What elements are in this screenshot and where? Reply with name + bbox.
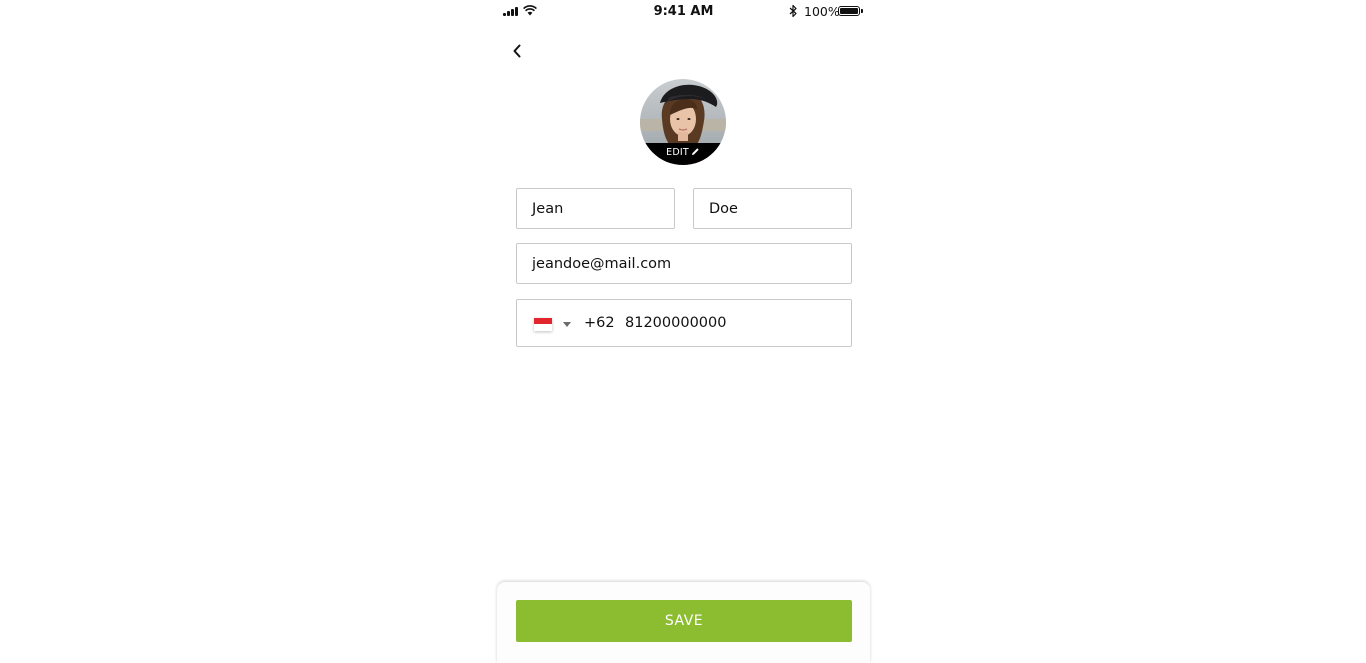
country-code-picker[interactable] (534, 315, 571, 333)
footer-bar: SAVE (497, 582, 870, 663)
first-name-value: Jean (532, 200, 564, 217)
first-name-field[interactable]: Jean (516, 188, 675, 229)
edit-photo-label: EDIT (666, 147, 689, 158)
dial-code: +62 (584, 315, 615, 331)
edit-photo-button[interactable]: EDIT (640, 143, 726, 165)
pencil-icon (691, 147, 700, 156)
edit-profile-screen: 9:41 AM 100% EDIT Jean Doe jeandoe@mail.… (497, 0, 870, 663)
chevron-left-icon (513, 44, 521, 58)
indonesia-flag-icon (534, 317, 552, 331)
save-button[interactable]: SAVE (516, 600, 852, 642)
email-value: jeandoe@mail.com (532, 255, 672, 272)
caret-down-icon (563, 321, 571, 327)
email-field[interactable]: jeandoe@mail.com (516, 243, 852, 284)
bluetooth-icon (789, 4, 798, 18)
last-name-field[interactable]: Doe (693, 188, 852, 229)
battery-percent: 100% (804, 4, 840, 19)
status-bar: 9:41 AM 100% (497, 0, 870, 24)
last-name-value: Doe (709, 200, 738, 217)
back-button[interactable] (506, 40, 528, 62)
phone-number-value[interactable]: 81200000000 (625, 300, 726, 346)
battery-icon (838, 6, 860, 16)
battery-level (840, 8, 858, 14)
phone-field[interactable]: +62 81200000000 (516, 299, 852, 347)
battery-tip (861, 9, 863, 13)
profile-avatar[interactable]: EDIT (640, 79, 726, 165)
